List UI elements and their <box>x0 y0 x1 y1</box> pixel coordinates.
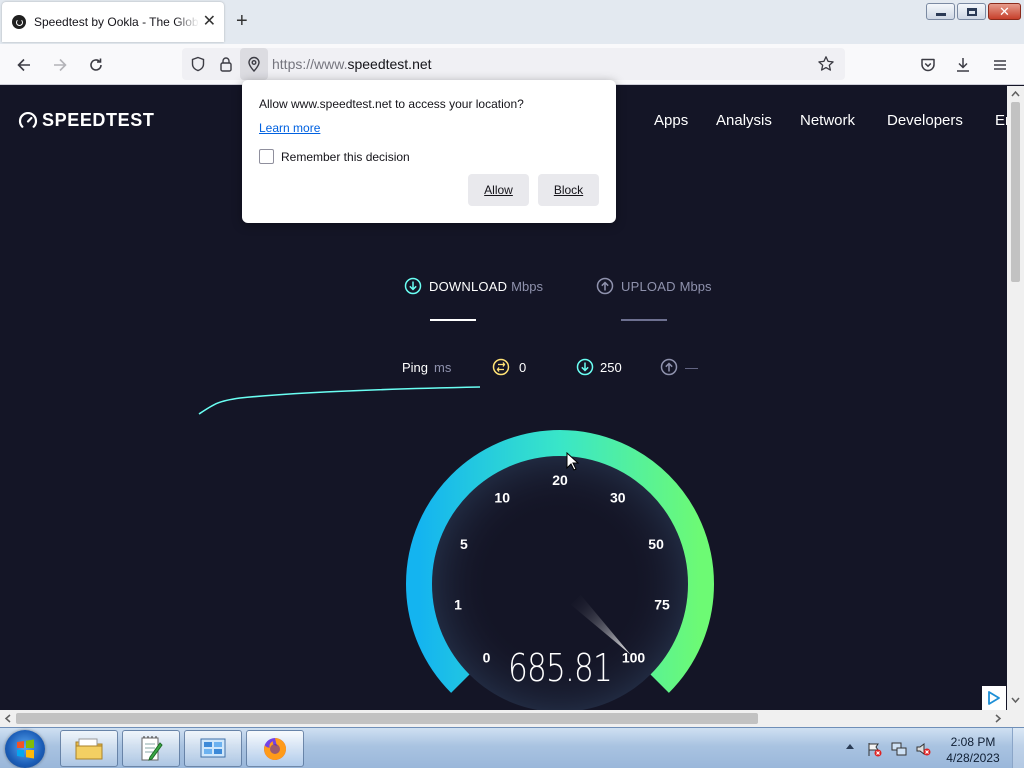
current-speed-value: 685.81 <box>507 646 613 690</box>
url-text: https://www.speedtest.net <box>272 56 432 72</box>
pocket-icon[interactable] <box>916 53 940 77</box>
taskbar-notepad[interactable] <box>122 730 180 767</box>
block-button[interactable]: Block <box>538 174 599 206</box>
clock-date: 4/28/2023 <box>946 751 1000 765</box>
lock-icon[interactable] <box>214 52 238 76</box>
gauge-tick-50: 50 <box>648 536 664 552</box>
browser-tab-speedtest[interactable]: Speedtest by Ookla - The Global Broadban… <box>2 2 224 42</box>
horizontal-scroll-thumb[interactable] <box>16 713 758 724</box>
new-tab-icon[interactable]: + <box>236 10 248 32</box>
browser-tab-strip: Speedtest by Ookla - The Global Broadban… <box>0 0 1024 44</box>
network-icon[interactable] <box>891 741 907 757</box>
forward-icon[interactable] <box>48 53 72 77</box>
speed-graph-line <box>198 386 481 415</box>
remember-decision-checkbox[interactable] <box>259 149 274 164</box>
block-button-label: Block <box>553 183 584 197</box>
allow-button[interactable]: Allow <box>468 174 529 206</box>
system-clock[interactable]: 2:08 PM 4/28/2023 <box>940 734 1006 766</box>
notepad-icon <box>141 735 163 761</box>
scroll-right-arrow-icon[interactable] <box>992 710 1004 727</box>
tab-title: Speedtest by Ookla - The Global Broadban… <box>34 15 199 29</box>
speedtest-favicon-icon <box>12 15 26 29</box>
browser-toolbar: https://www.speedtest.net <box>0 44 1024 85</box>
horizontal-scrollbar[interactable] <box>0 710 1007 727</box>
popup-message: Allow www.speedtest.net to access your l… <box>259 97 524 111</box>
windows-taskbar: 2:08 PM 4/28/2023 <box>0 727 1024 768</box>
scrollbar-corner <box>1007 710 1024 727</box>
scroll-down-arrow-icon[interactable] <box>1007 694 1024 706</box>
minimize-window-button[interactable] <box>926 3 955 20</box>
folder-icon <box>75 738 103 759</box>
gauge-tick-10: 10 <box>494 490 510 506</box>
allow-button-label: Allow <box>484 183 513 197</box>
address-bar[interactable]: https://www.speedtest.net <box>182 48 845 80</box>
tracking-protection-shield-icon[interactable] <box>186 52 210 76</box>
gauge-tick-75: 75 <box>654 596 670 612</box>
hamburger-menu-icon[interactable] <box>988 53 1012 77</box>
close-window-button[interactable]: ✕ <box>988 3 1021 20</box>
taskbar-firefox[interactable] <box>246 730 304 767</box>
vertical-scrollbar[interactable] <box>1007 86 1024 710</box>
gauge-tick-20: 20 <box>552 472 568 488</box>
windows-logo-icon <box>17 739 34 759</box>
gauge-tick-1: 1 <box>454 596 462 612</box>
back-icon[interactable] <box>12 53 36 77</box>
start-button[interactable] <box>5 730 45 768</box>
scroll-left-arrow-icon[interactable] <box>2 710 14 727</box>
restore-window-button[interactable] <box>957 3 986 20</box>
learn-more-link[interactable]: Learn more <box>259 121 320 135</box>
vertical-scroll-thumb[interactable] <box>1011 102 1020 282</box>
taskbar-file-explorer[interactable] <box>60 730 118 767</box>
bookmark-star-icon[interactable] <box>814 52 838 76</box>
location-permission-icon[interactable] <box>240 48 268 80</box>
close-tab-icon[interactable]: ✕ <box>203 14 216 30</box>
volume-muted-icon[interactable] <box>915 741 931 757</box>
control-panel-icon <box>200 738 226 757</box>
action-center-flag-icon[interactable] <box>866 741 882 757</box>
show-hidden-icons-arrow-icon[interactable] <box>846 744 854 749</box>
clock-time: 2:08 PM <box>950 735 996 749</box>
firefox-icon <box>264 737 287 760</box>
remember-decision-label[interactable]: Remember this decision <box>281 150 410 164</box>
scroll-up-arrow-icon[interactable] <box>1007 88 1024 100</box>
reload-icon[interactable] <box>84 53 108 77</box>
mouse-cursor-icon <box>566 452 580 471</box>
gauge-tick-5: 5 <box>460 536 468 552</box>
gauge-tick-30: 30 <box>610 490 626 506</box>
downloads-icon[interactable] <box>951 53 975 77</box>
show-desktop-button[interactable] <box>1012 728 1024 768</box>
ad-choices-icon[interactable] <box>982 686 1006 710</box>
taskbar-control-panel[interactable] <box>184 730 242 767</box>
location-permission-popup: Allow www.speedtest.net to access your l… <box>242 80 616 223</box>
